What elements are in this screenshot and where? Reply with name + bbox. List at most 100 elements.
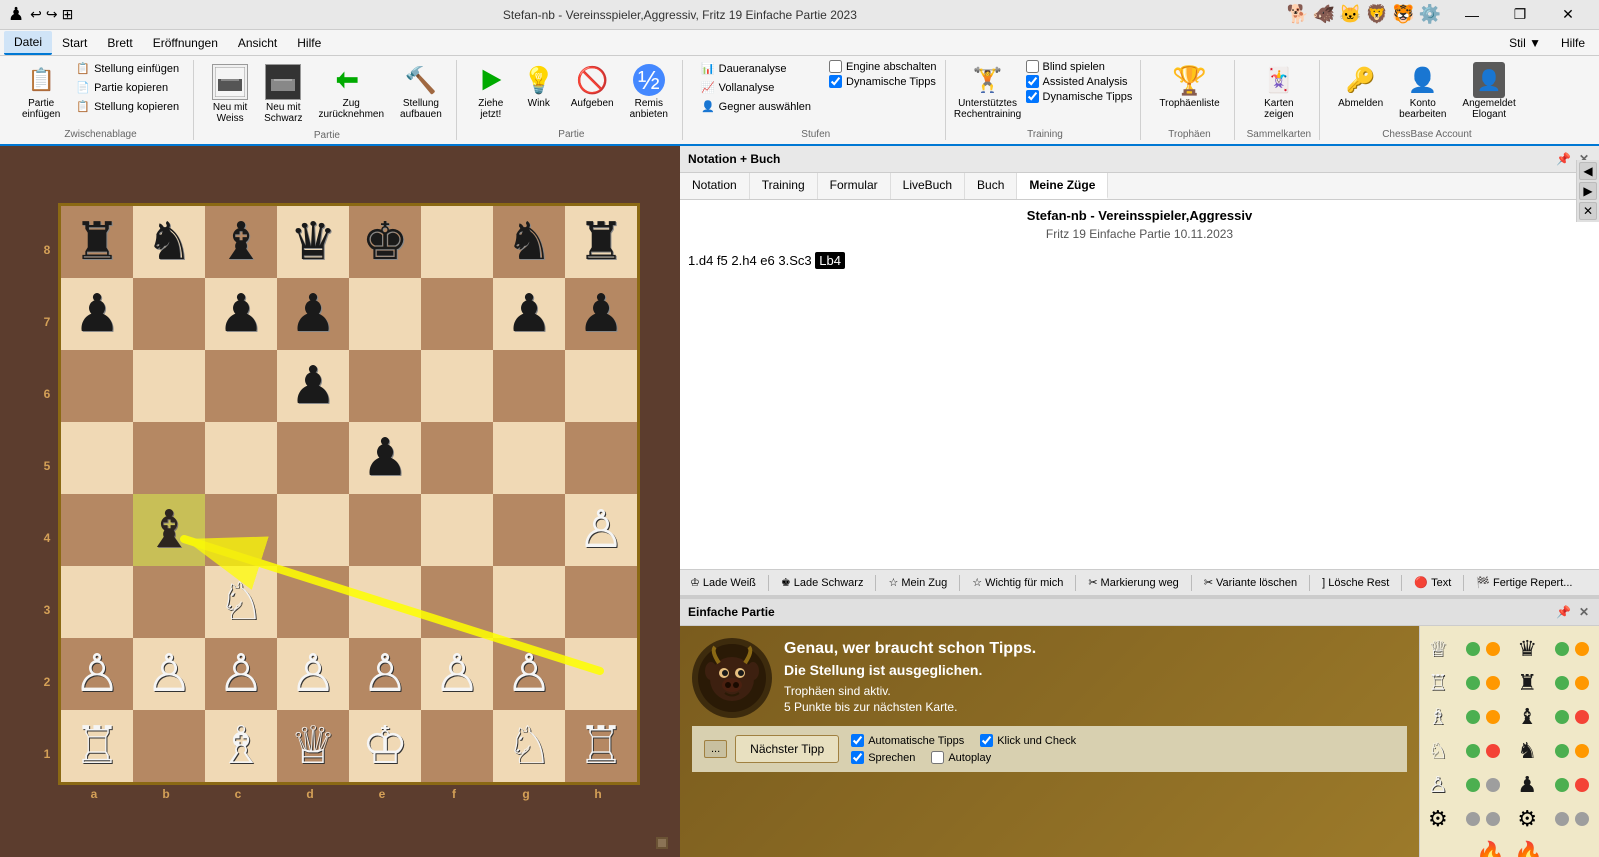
square-f7[interactable] bbox=[421, 278, 493, 350]
square-d8[interactable]: ♛ bbox=[277, 206, 349, 278]
square-h8[interactable]: ♜ bbox=[565, 206, 637, 278]
square-h6[interactable] bbox=[565, 350, 637, 422]
menu-brett[interactable]: Brett bbox=[97, 32, 142, 54]
square-f4[interactable] bbox=[421, 494, 493, 566]
square-e4[interactable] bbox=[349, 494, 421, 566]
text-button[interactable]: 🔴 Text bbox=[1410, 574, 1455, 591]
dynamische-tipps-checkbox[interactable] bbox=[829, 75, 842, 88]
square-d7[interactable]: ♟ bbox=[277, 278, 349, 350]
notation-scroll-up-button[interactable]: ◀ bbox=[1579, 162, 1597, 180]
lade-weiss-button[interactable]: ♔ Lade Weiß bbox=[686, 574, 760, 591]
square-a2[interactable]: ♙ bbox=[61, 638, 133, 710]
einfache-close-button[interactable]: ✕ bbox=[1577, 603, 1591, 621]
square-c8[interactable]: ♝ bbox=[205, 206, 277, 278]
square-h3[interactable] bbox=[565, 566, 637, 638]
tab-livebuch[interactable]: LiveBuch bbox=[891, 173, 965, 199]
menu-stil[interactable]: Stil ▼ bbox=[1499, 32, 1551, 54]
square-d3[interactable] bbox=[277, 566, 349, 638]
restore-button[interactable]: ❐ bbox=[1497, 0, 1543, 30]
square-a1[interactable]: ♖ bbox=[61, 710, 133, 782]
next-tip-button[interactable]: Nächster Tipp bbox=[735, 735, 839, 763]
square-e6[interactable] bbox=[349, 350, 421, 422]
dots-button[interactable]: ... bbox=[704, 740, 727, 758]
square-g1[interactable]: ♘ bbox=[493, 710, 565, 782]
square-b1[interactable] bbox=[133, 710, 205, 782]
square-g8[interactable]: ♞ bbox=[493, 206, 565, 278]
wichtig-button[interactable]: ☆ Wichtig für mich bbox=[968, 574, 1067, 591]
neu-weiss-button[interactable]: Neu mitWeiss bbox=[206, 60, 254, 128]
menu-ansicht[interactable]: Ansicht bbox=[228, 32, 287, 54]
square-b6[interactable] bbox=[133, 350, 205, 422]
minimize-button[interactable]: — bbox=[1449, 0, 1495, 30]
autoplay-checkbox[interactable] bbox=[931, 751, 944, 764]
square-d1[interactable]: ♕ bbox=[277, 710, 349, 782]
square-e7[interactable] bbox=[349, 278, 421, 350]
engine-abschalten-checkbox[interactable] bbox=[829, 60, 842, 73]
window-controls[interactable]: — ❐ ✕ bbox=[1449, 0, 1591, 30]
square-h2[interactable] bbox=[565, 638, 637, 710]
square-g2[interactable]: ♙ bbox=[493, 638, 565, 710]
square-b3[interactable] bbox=[133, 566, 205, 638]
tab-training[interactable]: Training bbox=[750, 173, 818, 199]
blind-spielen-checkbox[interactable] bbox=[1026, 60, 1039, 73]
square-h5[interactable] bbox=[565, 422, 637, 494]
fertige-repertoire-button[interactable]: 🏁 Fertige Repert... bbox=[1472, 574, 1576, 591]
ziehe-jetzt-button[interactable]: Ziehejetzt! bbox=[469, 60, 513, 124]
square-e2[interactable]: ♙ bbox=[349, 638, 421, 710]
square-a6[interactable] bbox=[61, 350, 133, 422]
square-f5[interactable] bbox=[421, 422, 493, 494]
notation-pin-button[interactable]: 📌 bbox=[1554, 150, 1573, 168]
square-f1[interactable] bbox=[421, 710, 493, 782]
square-a7[interactable]: ♟ bbox=[61, 278, 133, 350]
assisted-analysis-checkbox[interactable] bbox=[1026, 75, 1039, 88]
menu-eroeffnungen[interactable]: Eröffnungen bbox=[143, 32, 228, 54]
square-h1[interactable]: ♖ bbox=[565, 710, 637, 782]
angemeldet-button[interactable]: 👤 AngemeldetElogant bbox=[1456, 60, 1521, 124]
konto-button[interactable]: 👤 Kontobearbeiten bbox=[1393, 60, 1452, 124]
square-c1[interactable]: ♗ bbox=[205, 710, 277, 782]
square-d4[interactable] bbox=[277, 494, 349, 566]
square-d5[interactable] bbox=[277, 422, 349, 494]
square-c7[interactable]: ♟ bbox=[205, 278, 277, 350]
lade-schwarz-button[interactable]: ♚ Lade Schwarz bbox=[777, 574, 868, 591]
close-button[interactable]: ✕ bbox=[1545, 0, 1591, 30]
square-c2[interactable]: ♙ bbox=[205, 638, 277, 710]
partie-einfuegen-button[interactable]: 📋 Partieeinfügen bbox=[16, 60, 66, 124]
square-g3[interactable] bbox=[493, 566, 565, 638]
square-b8[interactable]: ♞ bbox=[133, 206, 205, 278]
aufgeben-button[interactable]: 🚫 Aufgeben bbox=[565, 60, 620, 113]
stellung-kopieren-button[interactable]: 📋Stellung kopieren bbox=[70, 98, 185, 115]
square-b5[interactable] bbox=[133, 422, 205, 494]
rechentraining-button[interactable]: 🏋 UnterstütztesRechentraining bbox=[958, 60, 1018, 124]
daueranalyse-button[interactable]: 📊 Daueranalyse bbox=[695, 60, 817, 77]
square-c3[interactable]: ♘ bbox=[205, 566, 277, 638]
menu-start[interactable]: Start bbox=[52, 32, 97, 54]
square-b7[interactable] bbox=[133, 278, 205, 350]
square-g4[interactable] bbox=[493, 494, 565, 566]
square-e3[interactable] bbox=[349, 566, 421, 638]
tab-notation[interactable]: Notation bbox=[680, 173, 750, 199]
tab-formular[interactable]: Formular bbox=[818, 173, 891, 199]
menu-hilfe2[interactable]: Hilfe bbox=[1551, 32, 1595, 54]
square-a4[interactable] bbox=[61, 494, 133, 566]
klick-check-checkbox[interactable] bbox=[980, 734, 993, 747]
square-c5[interactable] bbox=[205, 422, 277, 494]
partie-kopieren-button[interactable]: 📄Partie kopieren bbox=[70, 79, 185, 96]
square-f2[interactable]: ♙ bbox=[421, 638, 493, 710]
square-c4[interactable] bbox=[205, 494, 277, 566]
trophaeenliste-button[interactable]: 🏆 Trophäenliste bbox=[1153, 60, 1225, 113]
square-b4[interactable]: ♝ bbox=[133, 494, 205, 566]
square-f6[interactable] bbox=[421, 350, 493, 422]
tab-buch[interactable]: Buch bbox=[965, 173, 1017, 199]
zug-zurueck-button[interactable]: Zugzurücknehmen bbox=[312, 60, 390, 124]
square-f8[interactable] bbox=[421, 206, 493, 278]
remis-button[interactable]: ½ Remisanbieten bbox=[624, 60, 674, 124]
stellung-aufbauen-button[interactable]: 🔨 Stellungaufbauen bbox=[394, 60, 448, 124]
vollanalyse-button[interactable]: 📈 Vollanalyse bbox=[695, 79, 817, 96]
square-a8[interactable]: ♜ bbox=[61, 206, 133, 278]
sprechen-checkbox[interactable] bbox=[851, 751, 864, 764]
square-e1[interactable]: ♔ bbox=[349, 710, 421, 782]
stellung-einfuegen-button[interactable]: 📋Stellung einfügen bbox=[70, 60, 185, 77]
neu-schwarz-button[interactable]: Neu mitSchwarz bbox=[258, 60, 308, 128]
square-a3[interactable] bbox=[61, 566, 133, 638]
